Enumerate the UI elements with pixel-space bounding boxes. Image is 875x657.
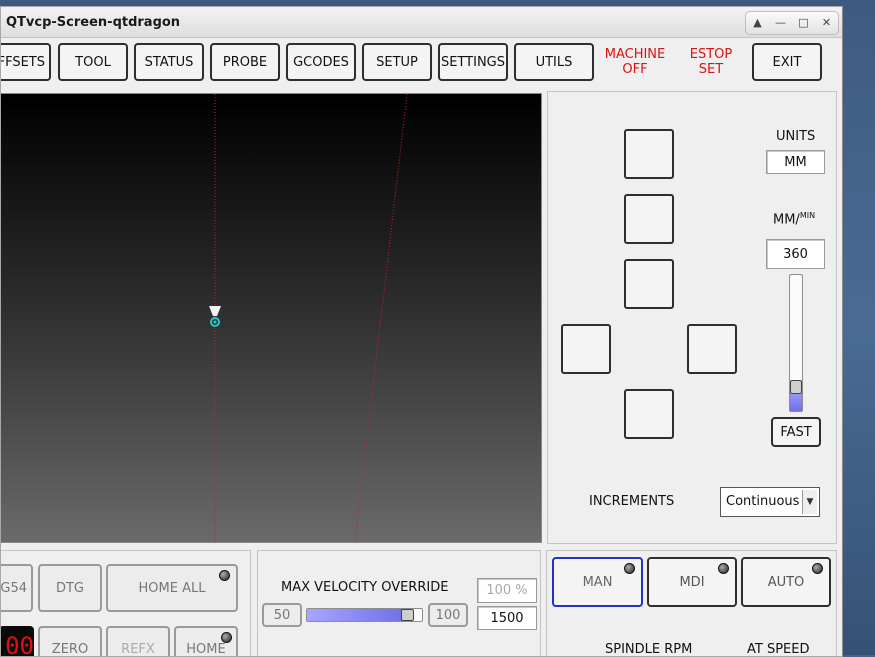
gcode-graphics-view[interactable] [1,93,542,543]
auto-led-icon [812,563,823,574]
max-velocity-slider[interactable] [306,608,423,622]
jog-rate-value[interactable]: 360 [766,239,825,269]
max-velocity-title: MAX VELOCITY OVERRIDE [281,580,449,595]
jog-button-top[interactable] [624,129,674,179]
velocity-max-button[interactable]: 100 [428,603,468,627]
jog-rate-slider-handle[interactable] [790,379,802,394]
mdi-led-icon [718,563,729,574]
increments-select[interactable]: Continuous ▼ [720,487,820,517]
title-bar[interactable]: QTvcp-Screen-qtdragon ▲ — □ ✕ [1,7,842,38]
tab-tool[interactable]: TOOL [58,43,128,81]
jog-rate-label: MM/MIN [773,211,816,228]
maximize-icon[interactable]: □ [795,14,813,32]
velocity-rate-value: 1500 [477,606,537,630]
toolpath-lines [214,94,408,542]
zero-button[interactable]: ZERO [38,626,102,656]
exit-button[interactable]: EXIT [752,43,822,81]
dro-display: 00 [1,626,34,656]
tab-setup[interactable]: SETUP [362,43,432,81]
max-velocity-slider-handle[interactable] [400,609,414,621]
home-button[interactable]: HOME [174,626,238,656]
units-value: MM [766,150,825,174]
dtg-button[interactable]: DTG [38,564,102,612]
home-all-led-icon [219,570,230,581]
jog-button-middle[interactable] [624,259,674,309]
up-icon[interactable]: ▲ [749,14,767,32]
velocity-min-button[interactable]: 50 [262,603,302,627]
chevron-down-icon[interactable]: ▼ [802,490,817,514]
home-led-icon [221,632,232,643]
mdi-mode-button[interactable]: MDI [647,557,737,607]
tab-utils[interactable]: UTILS [514,43,594,81]
tab-status[interactable]: STATUS [134,43,204,81]
jog-button-y-minus[interactable] [624,389,674,439]
minimize-icon[interactable]: — [772,14,790,32]
units-label: UNITS [776,129,816,144]
auto-mode-button[interactable]: AUTO [741,557,831,607]
fast-button[interactable]: FAST [771,417,821,447]
man-led-icon [624,563,635,574]
jog-button-x-minus[interactable] [561,324,611,374]
close-icon[interactable]: ✕ [818,14,836,32]
home-all-button[interactable]: HOME ALL [106,564,238,612]
app-window: QTvcp-Screen-qtdragon ▲ — □ ✕ OFFSETS TO… [0,6,843,657]
jog-button-x-plus[interactable] [687,324,737,374]
estop-status[interactable]: ESTOP SET [681,47,741,77]
window-controls: ▲ — □ ✕ [745,11,839,35]
max-velocity-slider-fill [307,609,408,621]
g54-button[interactable]: G54 [1,564,33,612]
machine-status[interactable]: MACHINE OFF [601,47,669,77]
window-title: QTvcp-Screen-qtdragon [6,15,181,30]
increments-value: Continuous [726,494,800,509]
tab-gcodes[interactable]: GCODES [286,43,356,81]
tool-marker-icon [209,306,221,327]
velocity-percent-value: 100 % [477,578,537,603]
tab-offsets[interactable]: OFFSETS [1,43,51,81]
tab-settings[interactable]: SETTINGS [438,43,508,81]
man-mode-button[interactable]: MAN [552,557,643,607]
jog-rate-slider[interactable] [789,274,803,412]
increments-label: INCREMENTS [589,494,675,509]
refx-button[interactable]: REFX [106,626,170,656]
tab-probe[interactable]: PROBE [210,43,280,81]
jog-button-y-plus[interactable] [624,194,674,244]
